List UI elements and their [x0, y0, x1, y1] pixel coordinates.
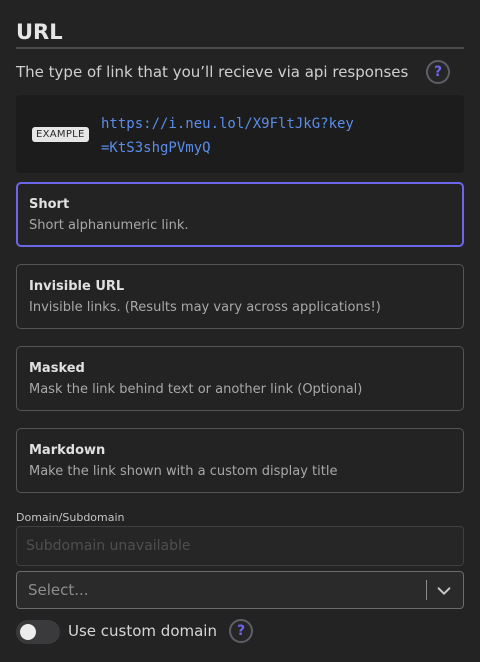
subdomain-input[interactable] [16, 526, 464, 566]
option-title: Markdown [29, 443, 106, 458]
help-icon[interactable]: ? [426, 60, 450, 84]
custom-domain-label: Use custom domain [68, 622, 217, 640]
option-title: Short [29, 197, 70, 212]
example-url: https://i.neu.lol/X9FltJkG?key=KtS3shgPV… [101, 116, 354, 156]
option-description: Make the link shown with a custom displa… [29, 464, 338, 479]
custom-domain-toggle[interactable] [16, 620, 60, 644]
toggle-knob [20, 624, 36, 640]
section-description: The type of link that you’ll recieve via… [16, 63, 409, 81]
option-masked[interactable]: Masked Mask the link behind text or anot… [16, 346, 464, 411]
domain-select[interactable]: Select... [16, 571, 464, 609]
option-title: Invisible URL [29, 279, 125, 294]
option-title: Masked [29, 361, 85, 376]
select-separator [426, 580, 427, 600]
help-icon[interactable]: ? [229, 619, 253, 643]
example-badge: EXAMPLE [32, 127, 89, 142]
option-description: Mask the link behind text or another lin… [29, 382, 363, 397]
option-invisible-url[interactable]: Invisible URL Invisible links. (Results … [16, 264, 464, 329]
example-box: EXAMPLE https://i.neu.lol/X9FltJkG?key=K… [16, 95, 464, 173]
option-short[interactable]: Short Short alphanumeric link. [16, 182, 464, 247]
chevron-down-icon[interactable] [435, 582, 453, 600]
section-title: URL [16, 20, 63, 44]
option-description: Short alphanumeric link. [29, 218, 189, 233]
select-placeholder: Select... [28, 581, 89, 599]
title-divider [16, 47, 464, 49]
domain-label: Domain/Subdomain [16, 511, 125, 524]
option-markdown[interactable]: Markdown Make the link shown with a cust… [16, 428, 464, 493]
option-description: Invisible links. (Results may vary acros… [29, 300, 381, 315]
